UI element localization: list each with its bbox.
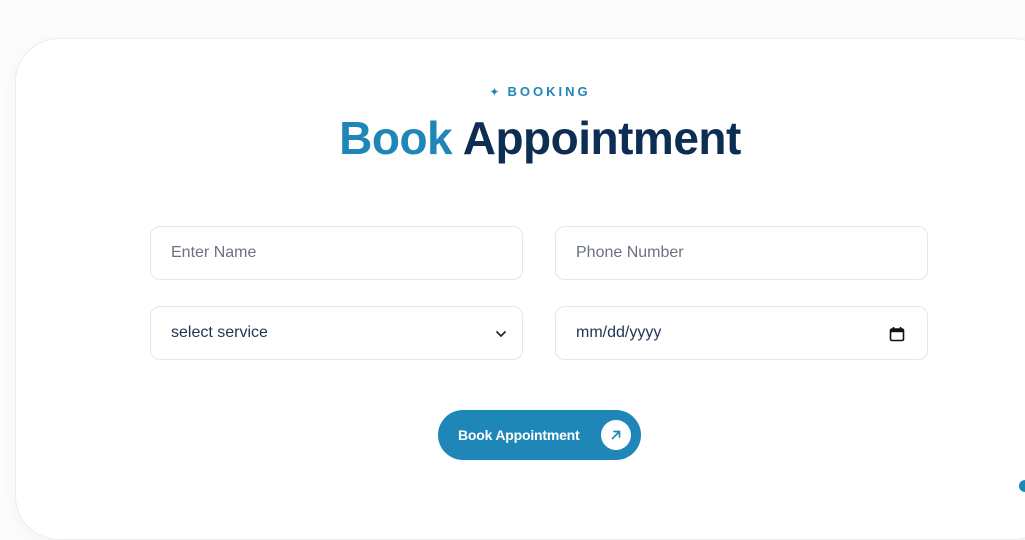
book-appointment-button[interactable]: Book Appointment (438, 410, 641, 460)
service-selected-value: select service (171, 324, 268, 341)
arrow-up-right-icon (601, 420, 631, 450)
title-rest: Appointment (462, 112, 742, 164)
name-input[interactable]: Enter Name (150, 226, 523, 280)
book-appointment-label: Book Appointment (458, 427, 580, 443)
chevron-down-icon (496, 331, 506, 337)
phone-input[interactable]: Phone Number (555, 226, 928, 280)
floating-dot (1019, 480, 1025, 492)
date-input[interactable]: mm/dd/yyyy (555, 306, 928, 360)
name-placeholder: Enter Name (171, 244, 257, 261)
date-placeholder: mm/dd/yyyy (576, 324, 662, 341)
phone-placeholder: Phone Number (576, 244, 684, 261)
eyebrow-label: BOOKING (507, 84, 591, 99)
section-eyebrow: ✦ BOOKING (0, 84, 1025, 99)
page-title: Book Appointment (0, 108, 1025, 168)
calendar-icon[interactable] (889, 326, 905, 342)
title-accent: Book (339, 112, 453, 164)
sparkle-icon: ✦ (489, 85, 500, 99)
service-select[interactable]: select service (150, 306, 523, 360)
